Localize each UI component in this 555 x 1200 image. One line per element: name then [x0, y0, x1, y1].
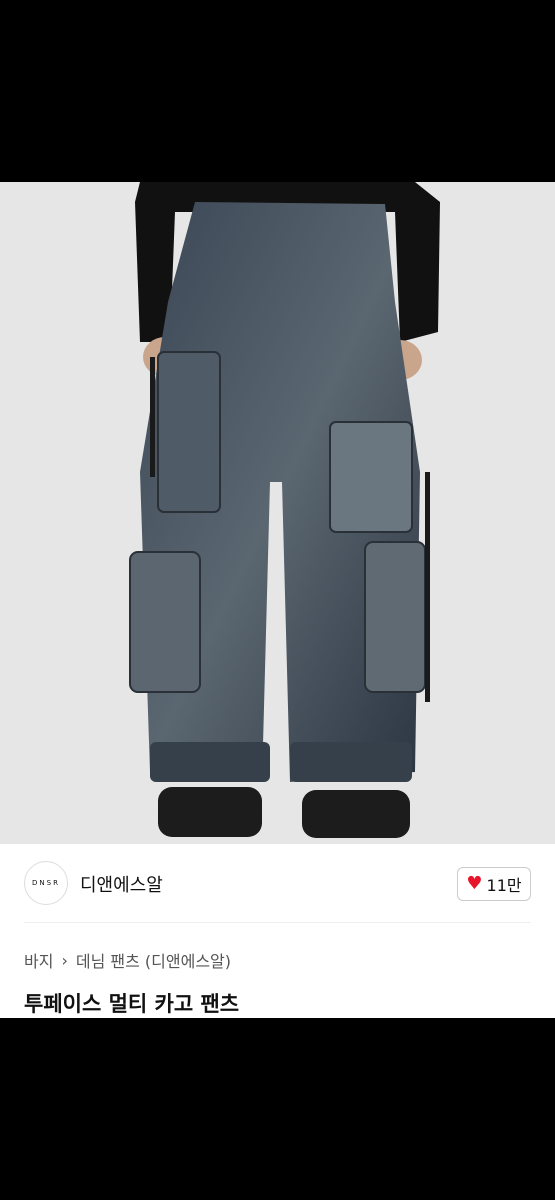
product-title: 투페이스 멀티 카고 팬츠: [24, 992, 240, 1016]
like-count: 11만: [486, 876, 522, 895]
brand-name[interactable]: 디앤에스알: [80, 871, 163, 897]
heart-icon: ♥: [466, 873, 483, 894]
product-image[interactable]: ›: [0, 182, 555, 844]
jeans-illustration: [129, 182, 440, 838]
like-button[interactable]: ♥ 11만: [457, 867, 531, 901]
breadcrumb-item[interactable]: 바지: [24, 948, 53, 972]
brand-logo[interactable]: DNSR: [24, 861, 68, 905]
bottom-letterbox: [0, 1018, 555, 1200]
product-info: DNSR 디앤에스알 ♥ 11만 바지 › 데님 팬츠 (디앤에스알) 투페이스…: [0, 844, 555, 1018]
top-letterbox: [0, 0, 555, 182]
chevron-right-icon: ›: [61, 950, 68, 970]
divider: [24, 922, 531, 923]
breadcrumb-item[interactable]: 데님 팬츠 (디앤에스알): [76, 948, 231, 972]
breadcrumb: 바지 › 데님 팬츠 (디앤에스알): [24, 948, 231, 972]
